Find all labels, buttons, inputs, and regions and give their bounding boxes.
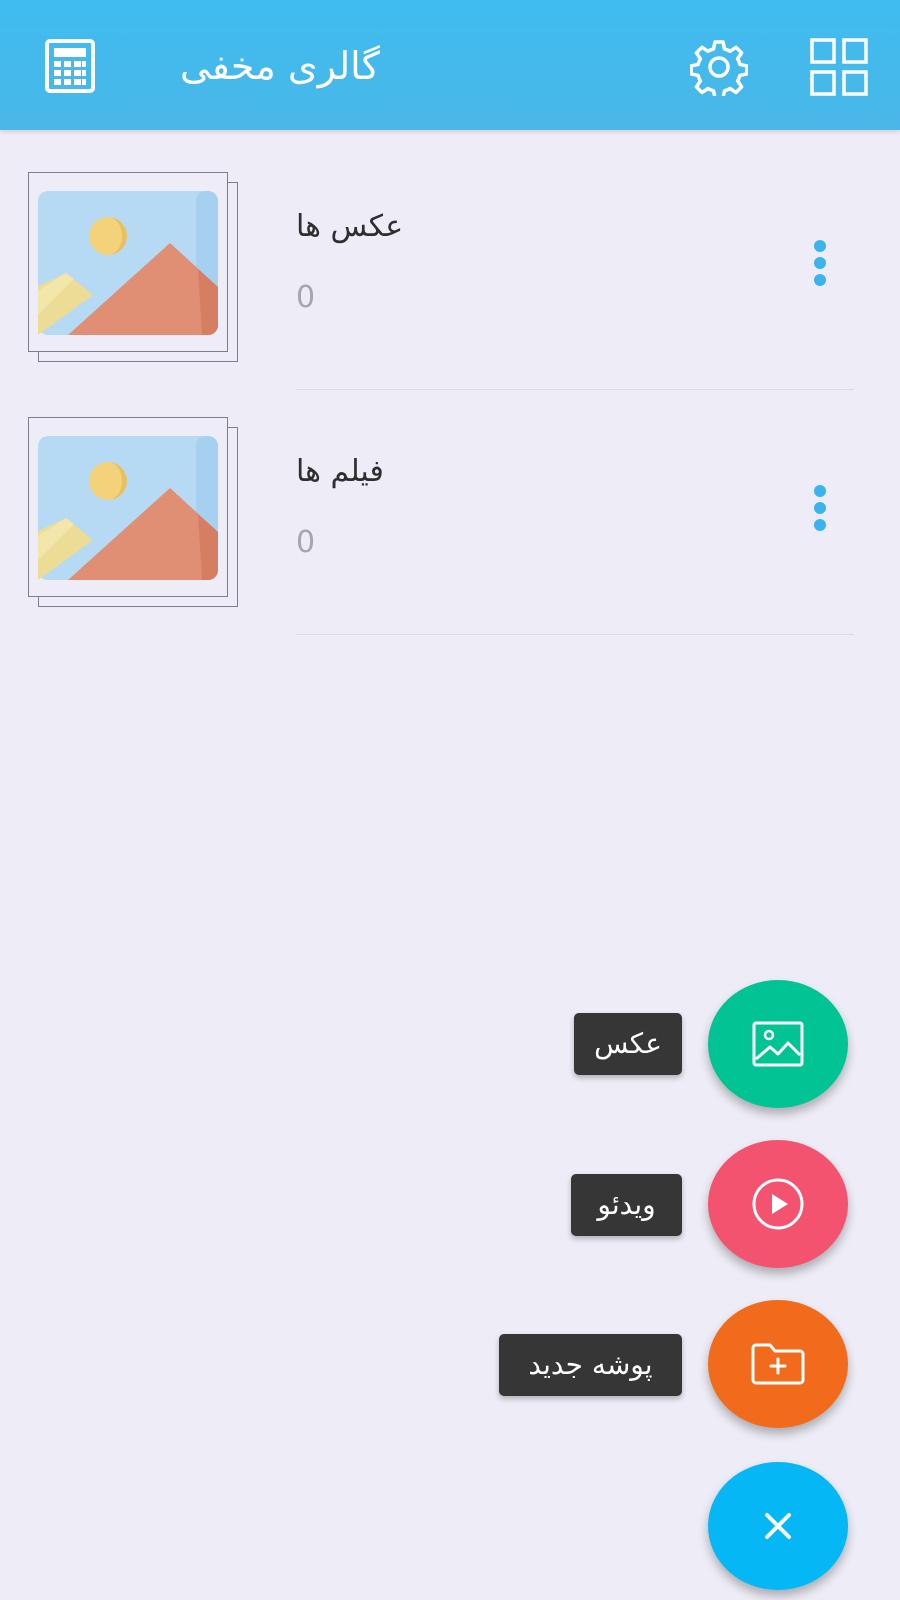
image-icon — [752, 1021, 804, 1067]
divider — [296, 634, 854, 635]
more-options-icon[interactable] — [806, 485, 834, 535]
page-title: گالری مخفی — [180, 44, 380, 88]
album-thumbnail — [28, 417, 240, 611]
grid-view-icon[interactable] — [810, 38, 868, 96]
divider — [296, 389, 854, 390]
add-photo-button[interactable] — [708, 980, 848, 1108]
new-folder-label[interactable]: پوشه جدید — [499, 1334, 682, 1396]
new-folder-button[interactable] — [708, 1300, 848, 1428]
play-icon — [752, 1178, 804, 1230]
add-video-label[interactable]: ویدئو — [571, 1174, 682, 1236]
app-bar: گالری مخفی — [0, 0, 900, 130]
add-video-button[interactable] — [708, 1140, 848, 1268]
folder-plus-icon — [751, 1343, 805, 1385]
album-name: فیلم ها — [296, 454, 384, 489]
album-name: عکس ها — [296, 209, 404, 244]
gear-icon[interactable] — [689, 38, 749, 100]
album-photos[interactable]: عکس ها 0 — [0, 150, 900, 395]
landscape-image-icon — [38, 436, 218, 580]
album-videos[interactable]: فیلم ها 0 — [0, 395, 900, 640]
album-count: 0 — [296, 525, 316, 560]
add-photo-label[interactable]: عکس — [574, 1013, 682, 1075]
more-options-icon[interactable] — [806, 240, 834, 290]
album-thumbnail — [28, 172, 240, 366]
close-icon — [765, 1513, 791, 1539]
album-count: 0 — [296, 280, 316, 315]
close-menu-button[interactable] — [708, 1462, 848, 1590]
calculator-icon[interactable] — [44, 38, 96, 94]
landscape-image-icon — [38, 191, 218, 335]
